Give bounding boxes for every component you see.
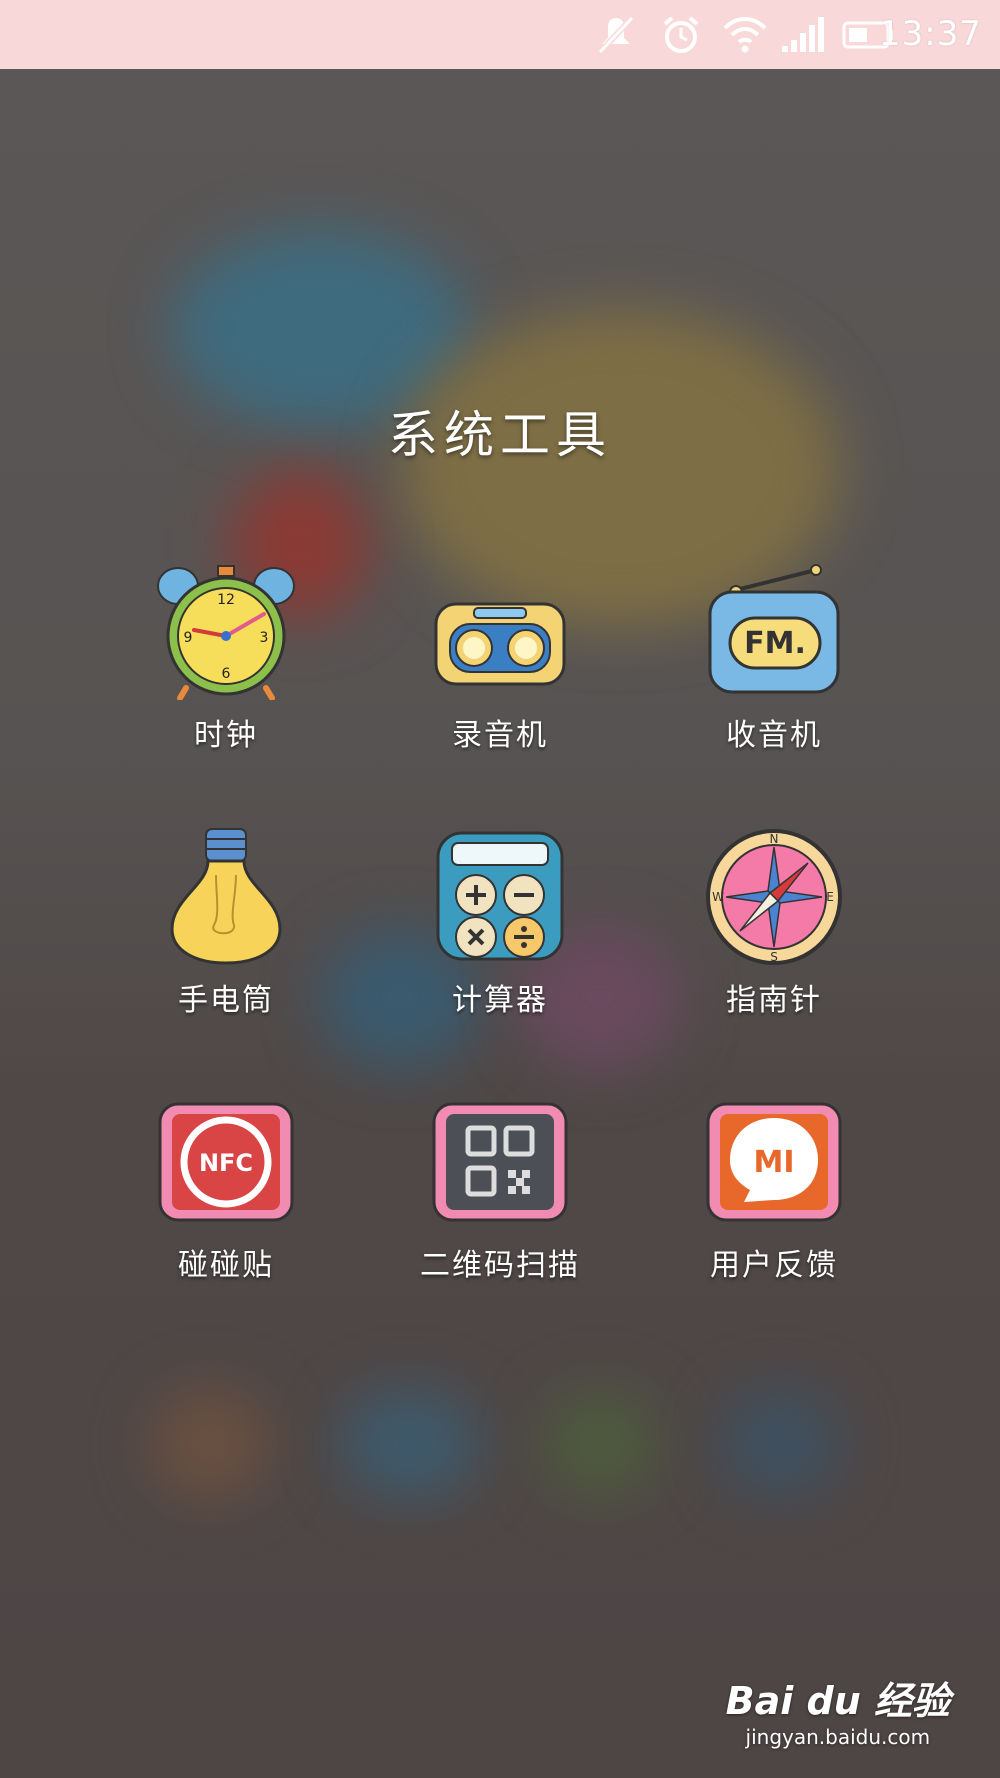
svg-text:W: W [712,890,724,904]
radio-icon: FM. [708,564,840,694]
feedback-icon-text: MI [753,1145,794,1180]
svg-text:12: 12 [217,592,235,608]
app-label: 录音机 [452,718,548,753]
watermark-brand: Bai du 经验 [725,1679,950,1723]
app-label: 时钟 [194,718,258,753]
radio-icon-text: FM. [744,626,806,661]
app-label: 指南针 [726,983,822,1018]
app-clock[interactable]: 12 3 6 9 时钟 [116,560,336,780]
compass-icon: N S E W [706,829,842,965]
app-nfc[interactable]: NFC 碰碰贴 [116,1090,336,1310]
app-recorder[interactable]: 录音机 [390,560,610,780]
app-flashlight[interactable]: 手电筒 [116,825,336,1045]
app-compass[interactable]: N S E W 指南针 [664,825,884,1045]
app-label: 用户反馈 [710,1248,838,1283]
app-calculator[interactable]: 计算器 [390,825,610,1045]
recorder-icon [434,602,566,686]
qr-code-icon [432,1102,568,1222]
app-radio[interactable]: FM. 收音机 [664,560,884,780]
svg-text:9: 9 [184,630,193,646]
clock-time: 13:37 [879,14,982,54]
svg-text:6: 6 [222,666,231,682]
svg-text:S: S [770,950,778,964]
app-label: 碰碰贴 [178,1248,274,1283]
svg-text:3: 3 [260,630,269,646]
alarm-icon [663,16,699,53]
svg-text:N: N [770,832,779,846]
app-label: 计算器 [452,983,548,1018]
watermark: Bai du 经验 jingyan.baidu.com [726,1670,950,1749]
lightbulb-icon [170,828,282,965]
app-feedback[interactable]: MI 用户反馈 [664,1090,884,1310]
calculator-icon [436,831,564,961]
app-label: 手电筒 [178,983,274,1018]
app-qr-scanner[interactable]: 二维码扫描 [390,1090,610,1310]
app-label: 二维码扫描 [420,1248,580,1283]
nfc-icon: NFC [158,1102,294,1222]
status-bar: 13:37 [0,0,1000,69]
alarm-clock-icon: 12 3 6 9 [157,565,295,700]
feedback-icon: MI [706,1102,842,1222]
wifi-icon [723,17,767,53]
signal-icon [782,17,824,52]
folder-title: 系统工具 [388,406,612,464]
nfc-icon-text: NFC [199,1149,253,1177]
mute-icon [597,15,635,55]
app-label: 收音机 [726,718,822,753]
watermark-url: jingyan.baidu.com [745,1725,931,1749]
svg-text:E: E [826,890,834,904]
